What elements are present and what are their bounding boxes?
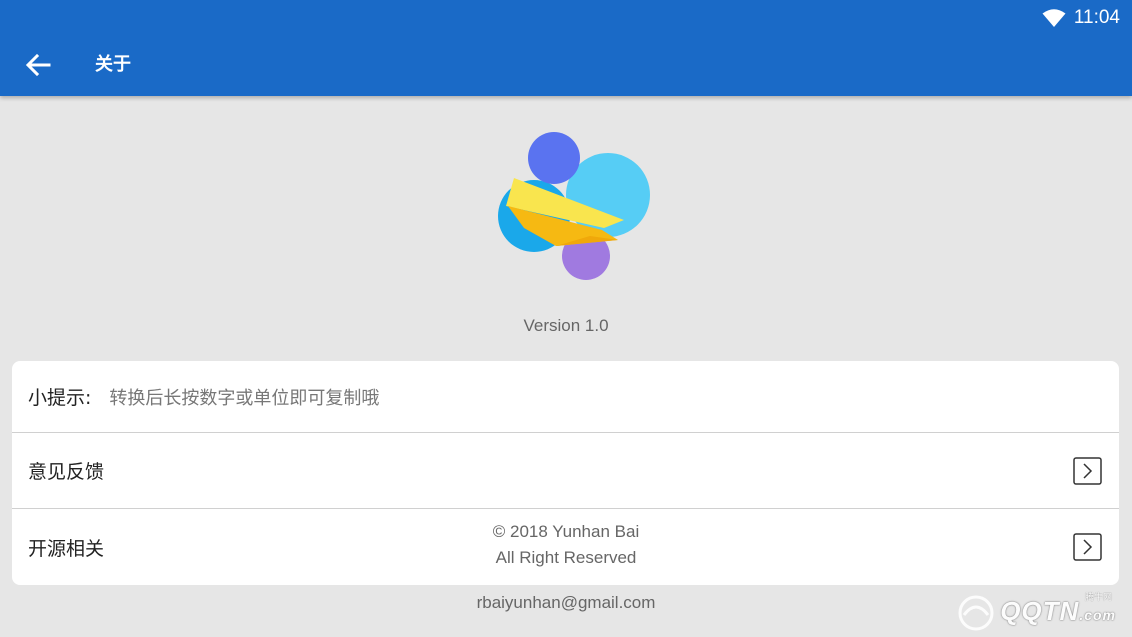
page-title: 关于 <box>95 54 131 75</box>
tip-label: 小提示: <box>28 387 92 409</box>
app-bar: 11:04 关于 <box>0 0 1132 96</box>
status-time: 11:04 <box>1073 7 1120 28</box>
back-button[interactable] <box>22 50 54 80</box>
wifi-icon <box>1042 9 1066 27</box>
watermark-emblem-icon <box>958 595 994 631</box>
watermark-brand: QQTN <box>1000 596 1080 626</box>
version-text: Version 1.0 <box>523 316 609 335</box>
chevron-right-icon <box>1073 456 1102 485</box>
about-page: 11:04 关于 Version 1.0 小提示: 转换后长按数字或单位即可复制… <box>0 0 1132 637</box>
copyright: © 2018 Yunhan Bai All Right Reserved <box>0 519 1132 571</box>
watermark-logo: 腾牛网 QQTN.com <box>956 593 1126 633</box>
tip-row: 小提示: 转换后长按数字或单位即可复制哦 <box>12 361 1119 433</box>
watermark-text: QQTN.com <box>1000 596 1116 627</box>
copyright-line: © 2018 Yunhan Bai <box>492 522 640 541</box>
feedback-label: 意见反馈 <box>28 461 105 483</box>
app-logo-icon <box>498 132 650 280</box>
status-bar: 11:04 <box>1042 7 1120 29</box>
watermark-suffix: .com <box>1079 607 1116 623</box>
feedback-row[interactable]: 意见反馈 <box>12 433 1119 509</box>
rights-line: All Right Reserved <box>495 548 637 567</box>
tip-text: 转换后长按数字或单位即可复制哦 <box>109 387 380 409</box>
arrow-left-icon <box>25 53 51 77</box>
